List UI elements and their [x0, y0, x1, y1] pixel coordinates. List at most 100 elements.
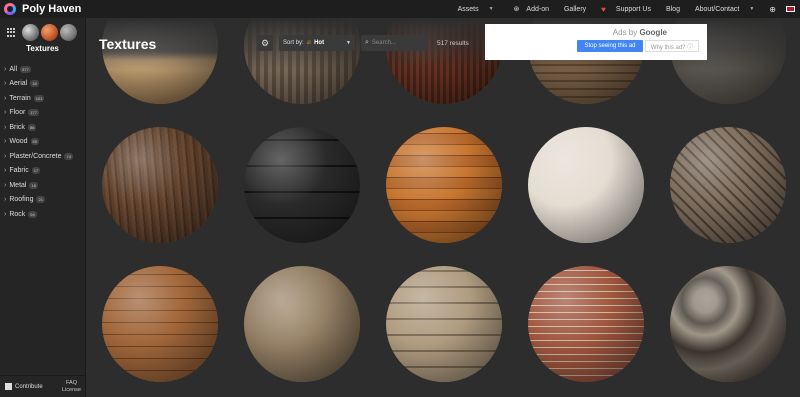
texture-tile[interactable] — [383, 263, 505, 385]
google-ad-banner: Ads by Google Stop seeing this ad Why th… — [485, 24, 707, 60]
sidebar-item-label: Aerial — [9, 80, 28, 88]
texture-tile[interactable] — [241, 124, 363, 246]
flame-icon: 🔥︎ — [306, 39, 312, 46]
category-list: › All 577 › Aerial 18 › Terrain 101 › Floor 177 › Bri… — [0, 62, 85, 222]
texture-preview — [244, 266, 360, 382]
texture-tile[interactable] — [667, 263, 789, 385]
login-icon[interactable]: ⊕ — [769, 5, 776, 14]
count-badge: 65 — [30, 138, 39, 146]
chevron-right-icon: › — [4, 109, 7, 117]
sidebar-item-all[interactable]: › All 577 — [4, 62, 85, 77]
faq-link[interactable]: FAQ — [62, 380, 81, 387]
sidebar-item-label: Floor — [9, 109, 26, 117]
texture-tile[interactable] — [99, 263, 221, 385]
count-badge: 74 — [64, 152, 73, 160]
hdri-type-icon[interactable] — [21, 24, 39, 41]
chevron-right-icon: › — [4, 181, 7, 189]
page-title: Textures — [99, 36, 157, 52]
license-link[interactable]: License — [62, 387, 81, 394]
sidebar-item-terrain[interactable]: › Terrain 101 — [4, 91, 85, 106]
chevron-right-icon: › — [4, 152, 7, 160]
texture-preview — [670, 127, 786, 243]
sidebar: Textures › All 577 › Aerial 18 › Terrain 101 › Flo… — [0, 18, 86, 397]
brand-name: Poly Haven — [22, 3, 82, 15]
nav-addon[interactable]: ⊛ Add-on — [509, 5, 554, 14]
chevron-down-icon: ▼ — [346, 40, 351, 46]
count-badge: 177 — [28, 109, 39, 117]
nav-assets[interactable]: Assets ▼ — [453, 6, 499, 13]
count-badge: 17 — [31, 167, 41, 175]
texture-preview — [528, 266, 644, 382]
count-badge: 16 — [29, 181, 38, 189]
nav-addon-label: Add-on — [526, 5, 549, 13]
heart-icon: ♥ — [601, 4, 606, 14]
top-navigation-bar: Poly Haven Assets ▼ ⊛ Add-on Gallery ♥ Supp… — [0, 0, 800, 18]
texture-type-icon[interactable] — [40, 24, 58, 41]
nav-blog[interactable]: Blog — [666, 6, 680, 13]
chevron-right-icon: › — [4, 94, 7, 102]
why-this-ad-button[interactable]: Why this ad? ⓘ — [645, 40, 699, 52]
ads-by-google: Ads by Google — [613, 28, 667, 37]
upload-icon — [5, 383, 12, 390]
filter-bar: ⚙ Sort by: 🔥︎ Hot ▼ ⌕ Search... 517 resu… — [257, 35, 469, 51]
google-label: Google — [639, 28, 667, 37]
sidebar-item-label: Wood — [9, 138, 28, 146]
contribute-button[interactable]: Contribute — [5, 383, 43, 390]
gear-icon: ⚙ — [260, 37, 270, 48]
model-type-icon[interactable] — [59, 24, 77, 41]
sidebar-item-floor[interactable]: › Floor 177 — [4, 106, 85, 121]
main-nav: Assets ▼ ⊛ Add-on Gallery ♥ Support Us Blog… — [448, 0, 800, 18]
sidebar-item-plaster-concrete[interactable]: › Plaster/Concrete 74 — [4, 149, 85, 164]
texture-tile[interactable] — [525, 124, 647, 246]
texture-preview — [528, 127, 644, 243]
sidebar-item-label: Fabric — [9, 167, 29, 175]
sidebar-footer: Contribute FAQ License — [0, 375, 86, 397]
texture-tile[interactable] — [383, 124, 505, 246]
blender-icon: ⊛ — [513, 6, 520, 13]
search-placeholder: Search... — [371, 40, 396, 46]
texture-tile[interactable] — [99, 124, 221, 246]
sidebar-item-aerial[interactable]: › Aerial 18 — [4, 77, 85, 92]
uk-flag-icon[interactable] — [786, 6, 795, 12]
sidebar-item-brick[interactable]: › Brick 86 — [4, 120, 85, 135]
footer-links: FAQ License — [62, 380, 81, 394]
texture-tile[interactable] — [525, 263, 647, 385]
count-badge: 577 — [20, 65, 31, 73]
asset-type-switcher — [0, 24, 85, 41]
chevron-down-icon: ▼ — [488, 6, 494, 12]
grid-icon[interactable] — [6, 27, 17, 38]
settings-button[interactable]: ⚙ — [257, 35, 273, 51]
count-badge: 86 — [27, 123, 37, 131]
nav-support[interactable]: ♥ Support Us — [596, 5, 656, 14]
stop-seeing-ad-button[interactable]: Stop seeing this ad — [577, 40, 643, 52]
nav-gallery[interactable]: Gallery — [564, 6, 586, 13]
texture-tile[interactable] — [241, 263, 363, 385]
ads-by-label: Ads by — [612, 28, 638, 37]
sort-dropdown[interactable]: Sort by: 🔥︎ Hot ▼ — [279, 35, 355, 51]
nav-about[interactable]: About/Contact ▼ — [690, 6, 759, 13]
count-badge: 18 — [30, 80, 39, 88]
search-icon: ⌕ — [365, 39, 369, 46]
nav-assets-label: Assets — [457, 5, 479, 13]
chevron-right-icon: › — [4, 167, 7, 175]
sidebar-item-roofing[interactable]: › Roofing 21 — [4, 193, 85, 208]
texture-tile[interactable] — [241, 18, 363, 107]
main-content: Textures ⚙ Sort by: 🔥︎ Hot ▼ ⌕ Search...… — [86, 18, 800, 397]
sidebar-item-wood[interactable]: › Wood 65 — [4, 135, 85, 150]
contribute-label: Contribute — [15, 383, 43, 390]
texture-tile[interactable] — [667, 124, 789, 246]
texture-tile[interactable] — [99, 18, 221, 107]
texture-preview — [244, 18, 360, 104]
nav-about-label: About/Contact — [694, 5, 740, 13]
search-input[interactable]: ⌕ Search... — [361, 35, 427, 51]
sidebar-item-label: Terrain — [9, 94, 31, 102]
logo[interactable]: Poly Haven — [4, 0, 81, 18]
sidebar-item-fabric[interactable]: › Fabric 17 — [4, 164, 85, 179]
sidebar-item-rock[interactable]: › Rock 94 — [4, 207, 85, 222]
sidebar-item-metal[interactable]: › Metal 16 — [4, 178, 85, 193]
chevron-right-icon: › — [4, 196, 7, 204]
texture-preview — [386, 127, 502, 243]
texture-preview — [102, 127, 218, 243]
chevron-right-icon: › — [4, 80, 7, 88]
sidebar-item-label: Rock — [9, 210, 26, 218]
